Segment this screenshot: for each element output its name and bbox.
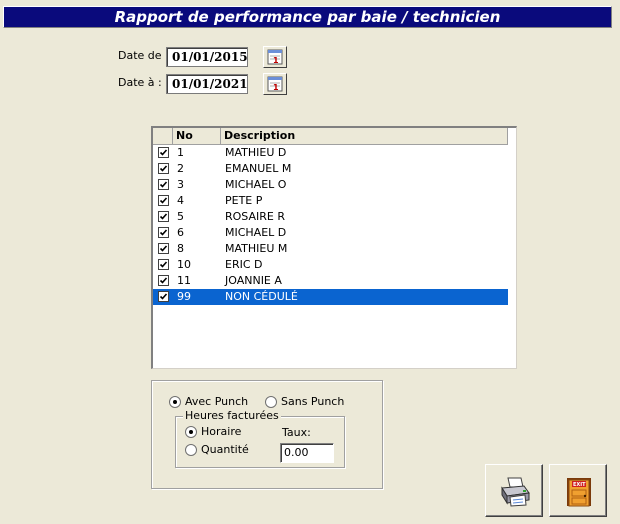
heures-facturees-legend: Heures facturées [183, 409, 281, 422]
checkmark-icon [159, 277, 168, 284]
list-item[interactable]: 5 ROSAIRE R [153, 209, 508, 225]
exit-button[interactable]: EXIT [549, 464, 607, 517]
list-item[interactable]: 8 MATHIEU M [153, 241, 508, 257]
row-checkbox[interactable] [158, 275, 169, 286]
print-button[interactable] [485, 464, 543, 517]
row-no: 8 [177, 242, 184, 255]
row-checkbox[interactable] [158, 195, 169, 206]
row-checkbox[interactable] [158, 163, 169, 174]
row-no: 11 [177, 274, 191, 287]
row-checkbox[interactable] [158, 211, 169, 222]
row-checkbox[interactable] [158, 179, 169, 190]
taux-label: Taux: [282, 426, 311, 439]
row-description: MATHIEU M [225, 242, 288, 255]
row-description: NON CÉDULÉ [225, 290, 298, 303]
exit-door-icon: EXIT [567, 478, 591, 507]
row-no: 6 [177, 226, 184, 239]
svg-text:EXIT: EXIT [573, 482, 586, 488]
row-description: MICHAEL O [225, 178, 287, 191]
horaire-radio[interactable] [185, 426, 197, 438]
list-item[interactable]: 10 ERIC D [153, 257, 508, 273]
date-from-input[interactable]: 01/01/2015 [166, 47, 248, 67]
date-to-calendar-button[interactable]: 1 [263, 73, 287, 95]
row-description: ROSAIRE R [225, 210, 285, 223]
row-description: JOANNIE A [225, 274, 282, 287]
row-no: 4 [177, 194, 184, 207]
checkmark-icon [159, 293, 168, 300]
row-description: MATHIEU D [225, 146, 287, 159]
row-description: PETE P [225, 194, 263, 207]
date-from-label: Date de : [118, 49, 169, 62]
list-item[interactable]: 11 JOANNIE A [153, 273, 508, 289]
taux-input[interactable]: 0.00 [280, 443, 334, 463]
row-no: 1 [177, 146, 184, 159]
sans-punch-radio[interactable] [265, 396, 277, 408]
quantite-label[interactable]: Quantité [201, 443, 249, 456]
row-no: 10 [177, 258, 191, 271]
row-description: MICHAEL D [225, 226, 287, 239]
list-item[interactable]: 4 PETE P [153, 193, 508, 209]
list-item[interactable]: 99 NON CÉDULÉ [153, 289, 508, 305]
checkmark-icon [159, 165, 168, 172]
svg-text:1: 1 [273, 56, 279, 65]
row-description: EMANUEL M [225, 162, 292, 175]
checkmark-icon [159, 197, 168, 204]
row-checkbox[interactable] [158, 147, 169, 158]
avec-punch-radio[interactable] [169, 396, 181, 408]
calendar-icon: 1 [267, 49, 283, 65]
quantite-radio[interactable] [185, 444, 197, 456]
row-no: 2 [177, 162, 184, 175]
svg-text:1: 1 [273, 83, 279, 92]
date-from-calendar-button[interactable]: 1 [263, 46, 287, 68]
row-checkbox[interactable] [158, 291, 169, 302]
calendar-icon: 1 [267, 76, 283, 92]
row-description: ERIC D [225, 258, 263, 271]
row-no: 5 [177, 210, 184, 223]
row-no: 3 [177, 178, 184, 191]
checkmark-icon [159, 149, 168, 156]
row-no: 99 [177, 290, 191, 303]
list-item[interactable]: 6 MICHAEL D [153, 225, 508, 241]
checkmark-icon [159, 229, 168, 236]
sans-punch-label[interactable]: Sans Punch [281, 395, 344, 408]
header-no[interactable]: No [173, 128, 221, 144]
technician-list[interactable]: No Description 1 MATHIEU D 2 EMANUEL M 3 MICH… [151, 126, 517, 369]
window-title: Rapport de performance par baie / techni… [3, 6, 612, 28]
horaire-label[interactable]: Horaire [201, 425, 241, 438]
checkmark-icon [159, 261, 168, 268]
list-item[interactable]: 3 MICHAEL O [153, 177, 508, 193]
list-item[interactable]: 1 MATHIEU D [153, 145, 508, 161]
row-checkbox[interactable] [158, 227, 169, 238]
date-to-input[interactable]: 01/01/2021 [166, 74, 248, 94]
row-checkbox[interactable] [158, 259, 169, 270]
checkmark-icon [159, 245, 168, 252]
printer-icon [501, 477, 530, 507]
date-to-label: Date à : [118, 76, 162, 89]
row-checkbox[interactable] [158, 243, 169, 254]
header-description[interactable]: Description [221, 128, 508, 144]
list-item[interactable]: 2 EMANUEL M [153, 161, 508, 177]
avec-punch-label[interactable]: Avec Punch [185, 395, 248, 408]
checkmark-icon [159, 213, 168, 220]
checkmark-icon [159, 181, 168, 188]
list-header: No Description [153, 128, 508, 145]
header-check-column [153, 128, 173, 144]
